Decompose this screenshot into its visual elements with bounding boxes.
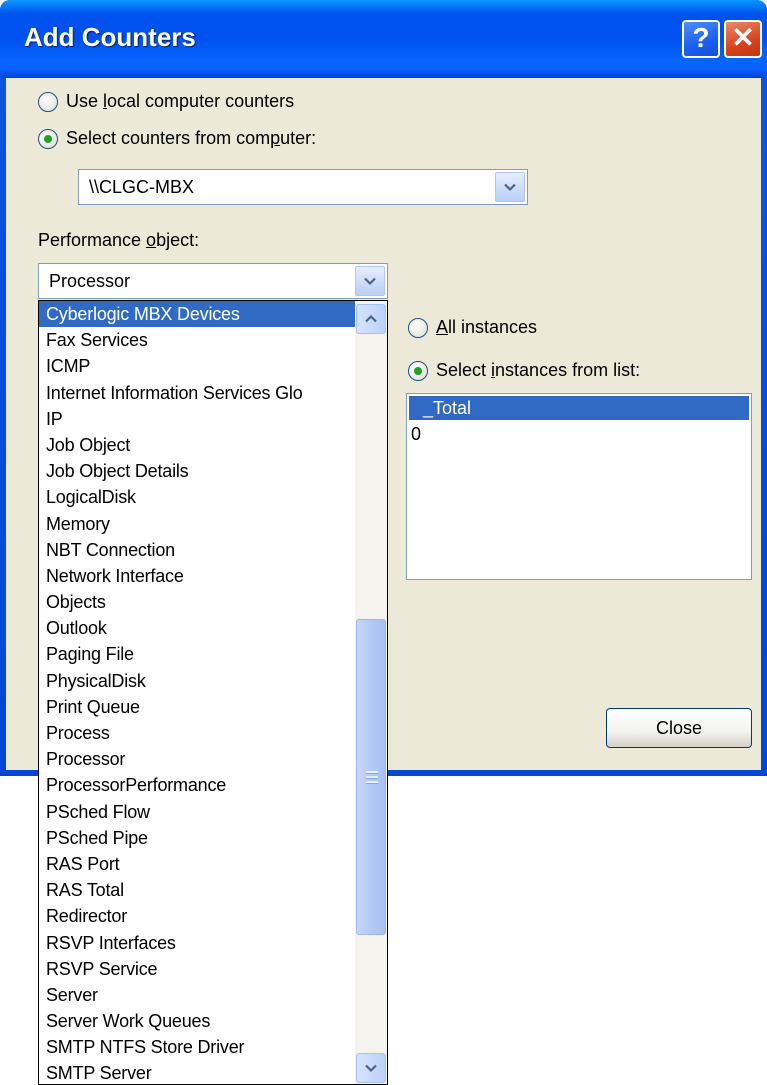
list-item[interactable]: Print Queue — [39, 694, 355, 720]
all-instances-option[interactable]: All instances — [408, 317, 537, 338]
list-item[interactable]: Internet Information Services Glo — [39, 380, 355, 406]
list-item[interactable]: SMTP NTFS Store Driver — [39, 1034, 355, 1060]
computer-combobox[interactable]: \\CLGC-MBX — [78, 169, 528, 205]
use-local-radio[interactable] — [38, 91, 58, 112]
list-item[interactable]: Outlook — [39, 615, 355, 641]
list-item[interactable]: ProcessorPerformance — [39, 772, 355, 798]
help-button[interactable]: ? — [682, 20, 720, 58]
chevron-down-icon — [365, 1064, 377, 1073]
window-title: Add Counters — [24, 22, 196, 52]
list-item[interactable]: LogicalDisk — [39, 484, 355, 510]
performance-object-dropdown-list[interactable]: Cyberlogic MBX Devices Fax Services ICMP In… — [38, 300, 388, 1085]
chevron-down-icon — [364, 277, 376, 286]
list-item[interactable]: PSched Flow — [39, 799, 355, 825]
computer-dropdown-button[interactable] — [495, 172, 525, 202]
list-item[interactable]: Server Work Queues — [39, 1008, 355, 1034]
grip-line — [366, 781, 378, 784]
list-item[interactable]: RAS Total — [39, 877, 355, 903]
list-item[interactable]: NBT Connection — [39, 537, 355, 563]
select-from-computer-label: Select counters from computer: — [66, 128, 317, 148]
performance-object-dropdown-button[interactable] — [355, 266, 385, 296]
title-bar[interactable]: Add Counters ? ✕ — [0, 0, 767, 78]
scroll-down-button[interactable] — [356, 1053, 386, 1083]
select-instances-label: Select instances from list: — [436, 360, 641, 380]
performance-object-label: Performance object: — [38, 230, 200, 250]
list-item[interactable]: Fax Services — [39, 327, 355, 353]
all-instances-radio[interactable] — [408, 317, 428, 338]
list-item[interactable]: Redirector — [39, 903, 355, 929]
chevron-up-icon — [365, 314, 377, 323]
dropdown-items: Cyberlogic MBX Devices Fax Services ICMP In… — [39, 301, 355, 1084]
list-item[interactable]: Cyberlogic MBX Devices — [39, 301, 355, 328]
list-item[interactable]: ICMP — [39, 353, 355, 379]
computer-value: \\CLGC-MBX — [89, 177, 195, 197]
use-local-counters-option[interactable]: Use local computer counters — [38, 91, 294, 112]
performance-object-combobox[interactable]: Processor — [38, 263, 388, 299]
grip-line — [366, 771, 378, 774]
grip-line — [366, 776, 378, 779]
close-window-button[interactable]: ✕ — [724, 20, 762, 58]
list-item[interactable]: Processor — [39, 746, 355, 772]
list-item[interactable]: PSched Pipe — [39, 825, 355, 851]
list-item[interactable]: RSVP Interfaces — [39, 930, 355, 956]
use-local-label: Use local computer counters — [66, 91, 295, 111]
list-item[interactable]: RAS Port — [39, 851, 355, 877]
instances-listbox[interactable]: _Total 0 — [406, 393, 752, 580]
select-instances-option[interactable]: Select instances from list: — [408, 360, 640, 381]
list-item[interactable]: Memory — [39, 511, 355, 537]
dropdown-scrollbar[interactable] — [355, 301, 387, 1084]
all-instances-label: All instances — [436, 317, 538, 337]
list-item[interactable]: RSVP Service — [39, 956, 355, 982]
list-item[interactable]: Server — [39, 982, 355, 1008]
list-item[interactable]: Objects — [39, 589, 355, 615]
list-item[interactable]: Job Object Details — [39, 458, 355, 484]
help-icon: ? — [692, 22, 710, 53]
list-item[interactable]: Network Interface — [39, 563, 355, 589]
list-item[interactable]: IP — [39, 406, 355, 432]
list-item[interactable]: Process — [39, 720, 355, 746]
chevron-down-icon — [504, 183, 516, 192]
list-item[interactable]: Paging File — [39, 641, 355, 667]
list-item[interactable]: PhysicalDisk — [39, 668, 355, 694]
list-item[interactable]: SMTP Server — [39, 1060, 355, 1084]
list-item[interactable]: 0 — [407, 422, 751, 446]
scroll-up-button[interactable] — [356, 304, 386, 334]
performance-object-value: Processor — [49, 271, 131, 291]
list-item[interactable]: Job Object — [39, 432, 355, 458]
close-icon: ✕ — [731, 22, 755, 53]
close-button[interactable]: Close — [606, 708, 752, 748]
select-from-computer-option[interactable]: Select counters from computer: — [38, 128, 316, 149]
scroll-thumb[interactable] — [356, 619, 386, 935]
list-item[interactable]: _Total — [409, 396, 749, 420]
select-from-computer-radio[interactable] — [38, 128, 58, 149]
select-instances-radio[interactable] — [408, 360, 428, 381]
